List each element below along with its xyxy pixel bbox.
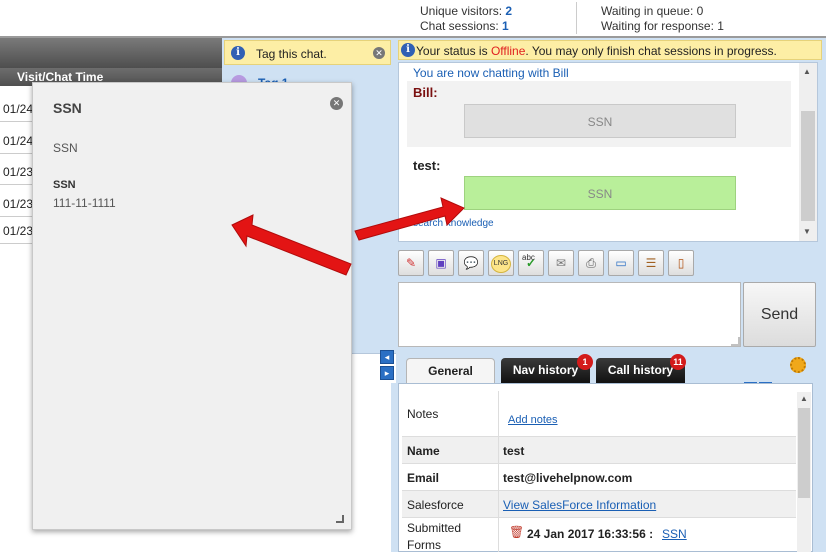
email-label: Email — [407, 471, 440, 485]
tab-general[interactable]: General — [406, 358, 495, 383]
visit-time: 01/24 — [3, 102, 34, 116]
unique-visitors-count: 2 — [505, 4, 513, 18]
forms-label: Submitted — [407, 521, 462, 535]
tab-label: Nav history — [512, 363, 579, 377]
chat-scrollbar[interactable]: ▲ ▼ — [799, 63, 817, 241]
waiting-response-stat: Waiting for response: 1 — [601, 19, 724, 33]
chat-sessions-count: 1 — [502, 19, 509, 33]
chat-toolbar: ✎ ▣ 💬 LNG abc ✓ ✉ ⎙ ▭ ☰ ▯ — [398, 250, 698, 276]
info-row-forms: Submitted Forms 🗑 24 Jan 2017 16:33:56 :… — [402, 518, 796, 552]
info-row-salesforce: Salesforce View SalesForce Information — [402, 491, 796, 518]
email-icon[interactable]: ✉ — [548, 250, 574, 276]
tab-label: General — [428, 364, 473, 378]
expand-right-icon[interactable]: ▸ — [380, 366, 394, 380]
unique-visitors-stat: Unique visitors: 2 — [420, 3, 512, 19]
stats-divider — [576, 2, 577, 34]
name-label: Name — [407, 444, 440, 458]
forms-label-2: Forms — [407, 538, 441, 552]
unique-visitors-label: Unique visitors: — [420, 4, 503, 18]
info-icon: i — [401, 43, 415, 57]
send-button[interactable]: Send — [743, 282, 816, 347]
info-icon: i — [231, 46, 245, 60]
visit-time: 01/23 — [3, 224, 34, 238]
visits-panel-header-bar — [0, 38, 222, 68]
form-date: 24 Jan 2017 16:33:56 : — [527, 527, 654, 541]
info-row-name: Name test — [402, 437, 796, 464]
message-sender: test: — [413, 158, 441, 173]
message-bubble: SSN — [464, 176, 736, 210]
popup-subtitle: SSN — [53, 141, 78, 155]
add-notes-link[interactable]: Add notes — [508, 414, 558, 426]
language-icon[interactable]: LNG — [488, 250, 514, 276]
ssn-field-label: SSN — [53, 179, 76, 191]
tab-label: Call history — [607, 363, 674, 377]
info-row-email: Email test@livehelpnow.com — [402, 464, 796, 491]
email-value: test@livehelpnow.com — [503, 471, 633, 485]
top-stats-bar: Unique visitors: 2 Chat sessions: 1 Wait… — [0, 0, 826, 38]
chat-scroll-thumb[interactable] — [801, 111, 815, 221]
popup-close-icon[interactable]: ✕ — [330, 97, 343, 110]
close-icon[interactable]: ✕ — [373, 47, 385, 59]
notes-icon[interactable]: ☰ — [638, 250, 664, 276]
tag-chat-bar: i Tag this chat. ✕ — [224, 40, 391, 65]
screen-share-icon[interactable]: ▭ — [608, 250, 634, 276]
name-value: test — [503, 444, 525, 458]
chat-intro-text: You are now chatting with Bill — [413, 66, 569, 80]
spellcheck-icon[interactable]: abc ✓ — [518, 250, 544, 276]
waiting-queue-stat: Waiting in queue: 0 — [601, 4, 704, 18]
trash-icon[interactable]: 🗑 — [509, 525, 524, 539]
resize-grip-icon[interactable] — [731, 337, 740, 346]
lng-text: LNG — [491, 254, 511, 273]
chat-transcript: You are now chatting with Bill Bill: SSN… — [398, 62, 818, 242]
visit-time: 01/23 — [3, 165, 34, 179]
form-ssn-link[interactable]: SSN — [662, 527, 687, 541]
visit-time: 01/23 — [3, 197, 34, 211]
info-scroll-thumb[interactable] — [798, 408, 810, 498]
visit-time: 01/24 — [3, 134, 34, 148]
message-input[interactable] — [398, 282, 741, 347]
print-icon[interactable]: ⎙ — [578, 250, 604, 276]
search-knowledge-link[interactable]: search knowledge — [413, 218, 494, 229]
message-bubble: SSN — [464, 104, 736, 138]
save-icon[interactable]: ▣ — [428, 250, 454, 276]
tag-chat-label: Tag this chat. — [256, 47, 327, 61]
settings-gear-icon[interactable] — [790, 357, 806, 373]
collapse-left-icon[interactable]: ◂ — [380, 350, 394, 364]
info-row-notes: Notes Add notes — [402, 391, 796, 437]
ssn-form-popup: SSN ✕ SSN SSN 111-11-1111 — [32, 82, 352, 530]
chat-bubbles-icon[interactable]: 💬 — [458, 250, 484, 276]
salesforce-label: Salesforce — [407, 498, 464, 512]
status-bar: i Your status is Offline. You may only f… — [398, 40, 822, 60]
chat-sessions-stat: Chat sessions: 1 — [420, 18, 509, 34]
message-sender: Bill: — [413, 85, 438, 100]
salesforce-link[interactable]: View SalesForce Information — [503, 498, 656, 512]
call-history-badge: 11 — [670, 354, 686, 370]
nav-history-badge: 1 — [577, 354, 593, 370]
chat-sessions-label: Chat sessions: — [420, 19, 499, 33]
status-suffix: . You may only finish chat sessions in p… — [525, 44, 777, 58]
notes-label: Notes — [407, 407, 439, 421]
status-offline: Offline — [490, 44, 526, 58]
abc-text: abc — [522, 253, 535, 262]
exit-door-icon[interactable]: ▯ — [668, 250, 694, 276]
eraser-icon[interactable]: ✎ — [398, 250, 424, 276]
status-prefix: Your status is — [416, 44, 491, 58]
info-scrollbar[interactable]: ▲ — [797, 392, 811, 552]
popup-title: SSN — [53, 100, 82, 116]
popup-resize-icon[interactable] — [336, 515, 344, 523]
ssn-field-value: 111-11-1111 — [53, 196, 116, 210]
